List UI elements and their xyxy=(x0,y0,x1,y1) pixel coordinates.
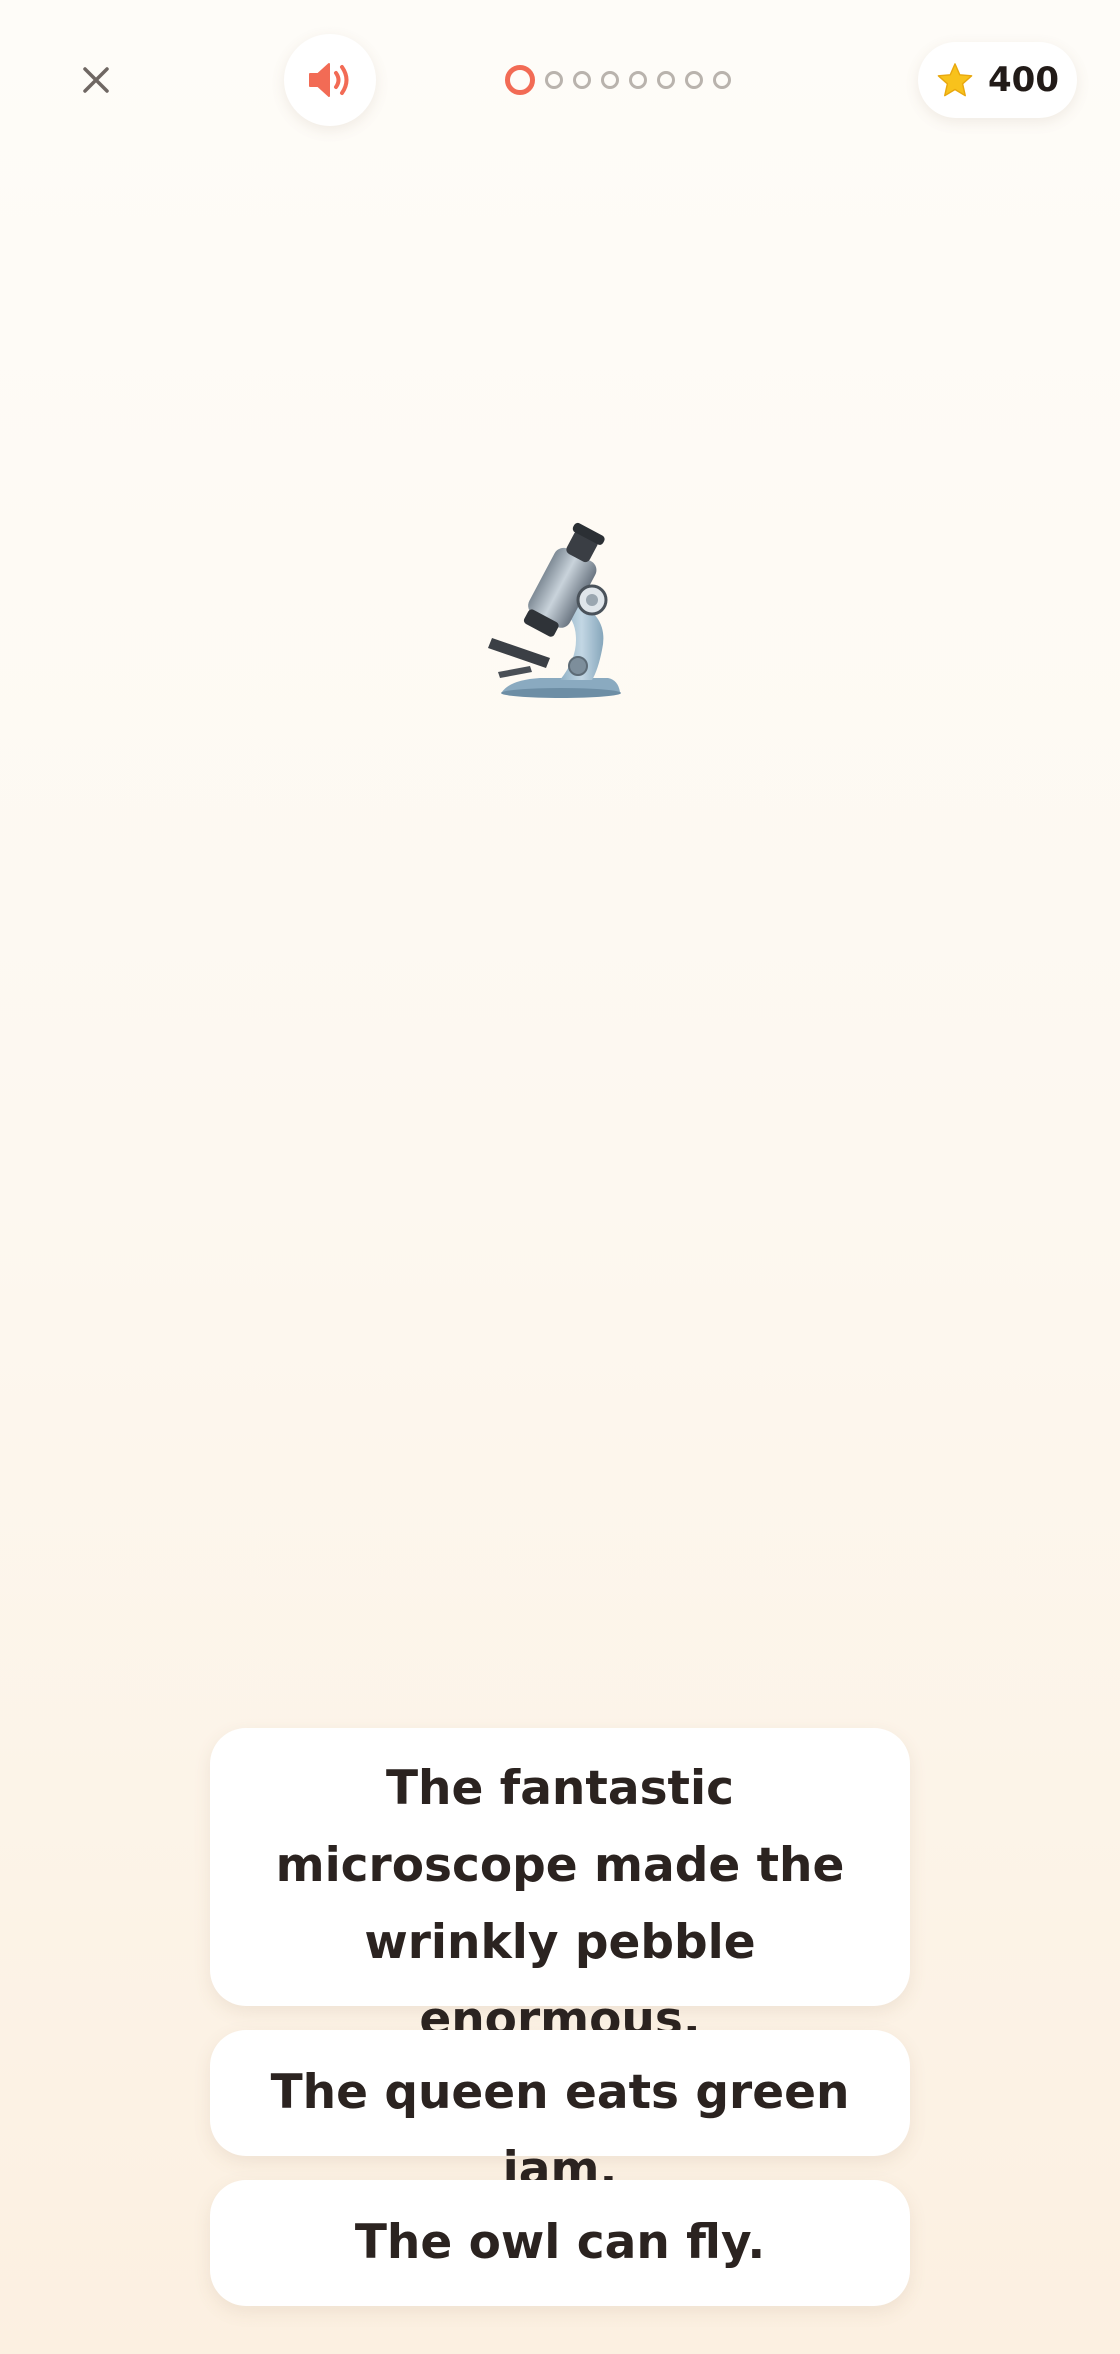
progress-dot xyxy=(657,71,675,89)
score-value: 400 xyxy=(988,60,1059,100)
close-button[interactable] xyxy=(66,50,126,110)
star-icon xyxy=(937,63,973,97)
progress-dot xyxy=(685,71,703,89)
answer-option[interactable]: The owl can fly. xyxy=(210,2180,910,2306)
answer-option[interactable]: The queen eats green jam. xyxy=(210,2030,910,2197)
progress-dot xyxy=(545,71,563,89)
progress-indicator xyxy=(505,64,731,96)
sound-button[interactable] xyxy=(284,34,376,126)
progress-dot xyxy=(713,71,731,89)
microscope-icon xyxy=(488,522,621,698)
answer-options: The fantastic microscope made the wrinkl… xyxy=(210,1728,910,2306)
progress-dot xyxy=(601,71,619,89)
progress-dot-current xyxy=(505,65,535,95)
close-icon xyxy=(83,67,109,93)
progress-dot xyxy=(629,71,647,89)
score-badge: 400 xyxy=(918,42,1077,118)
answer-option[interactable]: The fantastic microscope made the wrinkl… xyxy=(210,1728,910,2047)
progress-dot xyxy=(573,71,591,89)
speaker-icon xyxy=(309,63,349,97)
